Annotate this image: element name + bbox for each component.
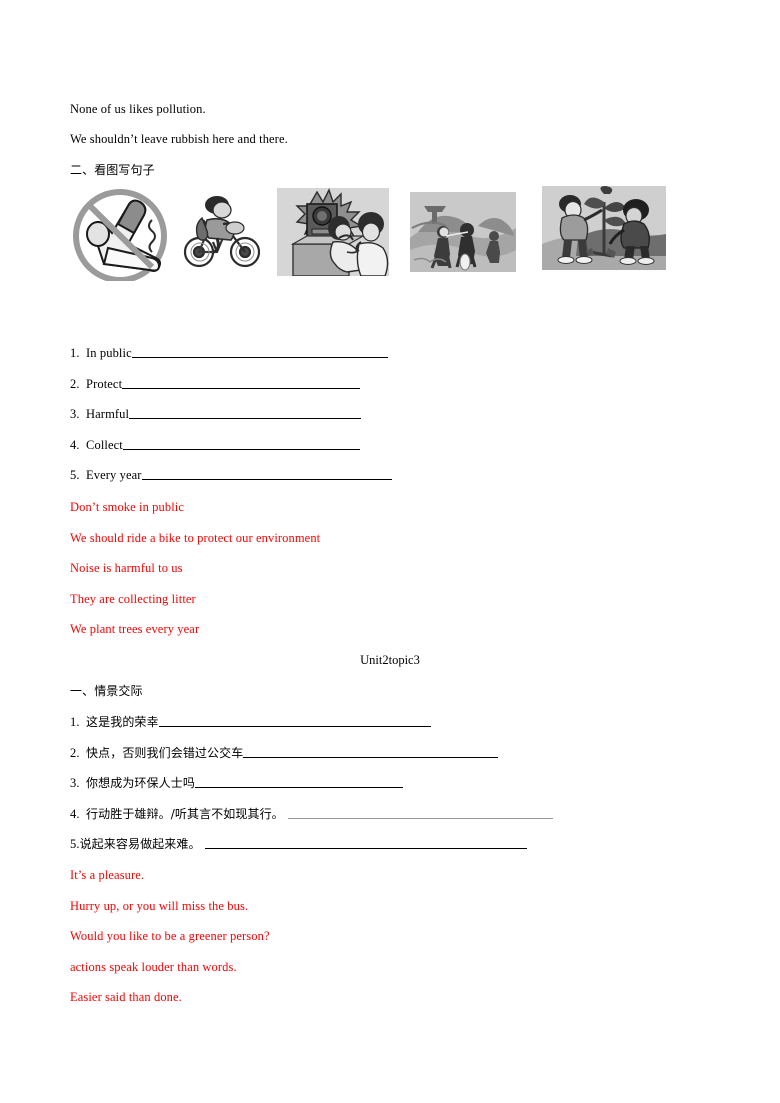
prompt-number: 4. [70,807,80,821]
intro-line-2: We shouldn’t leave rubbish here and ther… [70,132,288,146]
unit-title: Unit2topic3 [360,653,420,667]
answer-blank[interactable] [129,407,362,419]
picture-prompt-3: 3. Harmful [70,407,362,422]
prompt-text: Harmful [86,407,130,421]
translation-prompt-4: 4. 行动胜于雄辩。/听其言不如现其行。 [70,807,553,822]
prompt-number: 1. [70,715,80,729]
answer-blank[interactable] [243,746,499,758]
picture-prompt-2: 2. Protect [70,377,361,392]
answer-blank[interactable] [194,776,403,788]
prompt-number: 2. [70,746,80,760]
prompt-text: Every year [86,468,142,482]
prompt-text: 行动胜于雄辩。/听其言不如现其行。 [86,807,288,821]
translation-answer-5: Easier said than done. [70,990,182,1004]
prompt-number: 2. [70,377,80,391]
picture-prompt-1: 1. In public [70,346,388,361]
picture-answer-4: They are collecting litter [70,592,196,606]
prompt-text: Protect [86,377,123,391]
intro-line-1: None of us likes pollution. [70,102,206,116]
picture-answer-1: Don’t smoke in public [70,500,185,514]
picture-children-collecting-litter [410,192,516,272]
picture-loud-speaker-noise [277,188,389,276]
prompt-text: 快点，否则我们会错过公交车 [86,746,244,760]
prompt-text: Collect [86,438,123,452]
picture-answer-3: Noise is harmful to us [70,561,183,575]
picture-prompt-4: 4. Collect [70,438,360,453]
worksheet-page: None of us likes pollution. We shouldn’t… [0,0,780,1103]
section-one-heading: 一、情景交际 [70,684,143,698]
prompt-number: 1. [70,346,80,360]
prompt-text: 说起来容易做起来难。 [79,837,205,851]
translation-prompt-2: 2. 快点，否则我们会错过公交车 [70,746,499,761]
prompt-number: 5. [70,837,80,851]
translation-prompt-5: 5.说起来容易做起来难。 [70,837,527,852]
translation-answer-4: actions speak louder than words. [70,960,237,974]
prompt-text: In public [86,346,132,360]
section-two-heading: 二、看图写句子 [70,163,155,177]
answer-blank[interactable] [131,346,388,358]
translation-prompt-3: 3. 你想成为环保人士吗 [70,776,403,791]
picture-boy-riding-bicycle [183,194,263,272]
answer-blank[interactable] [122,438,360,450]
picture-children-planting-tree [542,186,666,270]
picture-no-smoking-sign [68,186,173,281]
answer-blank[interactable] [122,377,361,389]
answer-blank[interactable] [141,468,392,480]
answer-blank[interactable] [158,715,431,727]
picture-prompt-5: 5. Every year [70,468,392,483]
prompt-number: 4. [70,438,80,452]
translation-answer-3: Would you like to be a greener person? [70,929,270,943]
prompt-text: 你想成为环保人士吗 [86,776,195,790]
prompt-text: 这是我的荣幸 [86,715,159,729]
answer-blank[interactable] [204,837,527,849]
prompt-number: 3. [70,776,80,790]
prompt-number: 5. [70,468,80,482]
picture-answer-5: We plant trees every year [70,622,200,636]
prompt-number: 3. [70,407,80,421]
translation-prompt-1: 1. 这是我的荣幸 [70,715,431,730]
answer-blank[interactable] [287,807,553,819]
translation-answer-1: It’s a pleasure. [70,868,145,882]
picture-answer-2: We should ride a bike to protect our env… [70,531,321,545]
translation-answer-2: Hurry up, or you will miss the bus. [70,899,249,913]
